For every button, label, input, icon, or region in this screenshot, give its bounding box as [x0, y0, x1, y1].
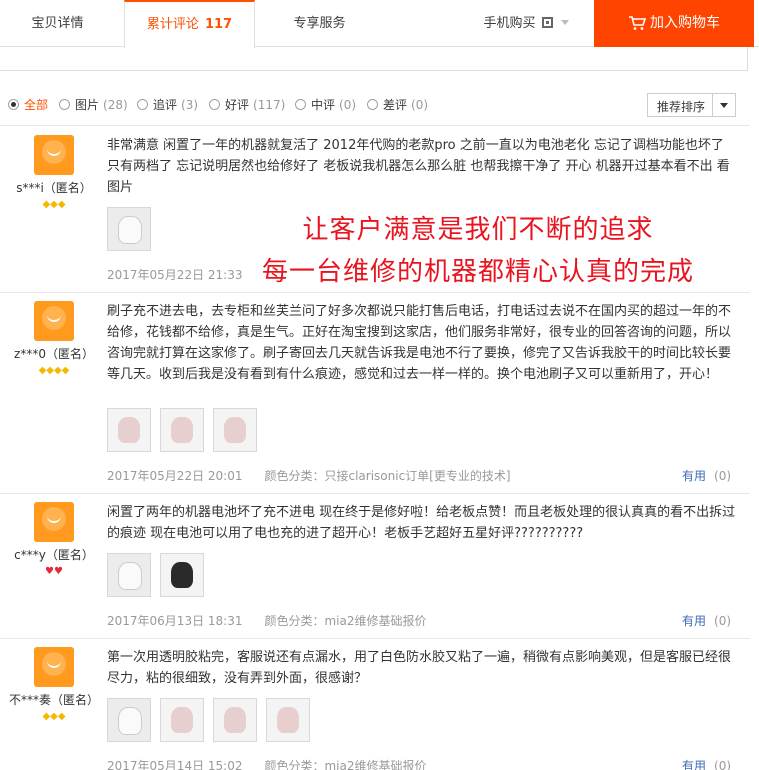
- tab-content-strip: [0, 47, 748, 71]
- buyer-rank-icon: ◆◆◆: [42, 199, 66, 210]
- filter-count: (28): [103, 98, 128, 112]
- qr-code-icon: [541, 17, 553, 28]
- user-name: 不***奏（匿名）: [8, 693, 99, 707]
- tab-service[interactable]: 专享服务: [262, 0, 377, 47]
- review-photos: [107, 207, 160, 251]
- useful-label: 有用: [682, 469, 707, 483]
- filter-all[interactable]: 全部: [8, 96, 48, 113]
- review-text: 刷子充不进去电，去专柜和丝芙兰问了好多次都说只能打售后电话，打电话过去说不在国内…: [107, 304, 732, 382]
- filter-label: 图片: [75, 98, 100, 112]
- review-photo-thumbnail[interactable]: [213, 698, 257, 742]
- filter-label: 差评: [383, 98, 408, 112]
- useful-count: (0): [714, 469, 732, 483]
- review-photos: [107, 698, 319, 742]
- review-photo-thumbnail[interactable]: [160, 408, 204, 452]
- review-text: 第一次用透明胶粘完，客服说还有点漏水，用了白色防水胶又粘了一遍，稍微有点影响美观…: [107, 650, 732, 686]
- filter-count: (3): [181, 98, 199, 112]
- mobile-buy-label: 手机购买: [483, 16, 536, 31]
- review-photo-thumbnail[interactable]: [107, 698, 151, 742]
- review-date: 2017年05月22日 20:01: [107, 469, 243, 483]
- user-name: z***0（匿名）: [14, 347, 94, 361]
- useful-label: 有用: [682, 614, 707, 628]
- filter-followup[interactable]: 追评 (3): [137, 96, 198, 113]
- tab-reviews[interactable]: 累计评论 117: [124, 0, 255, 48]
- review-item: 不***奏（匿名） ◆◆◆ 第一次用透明胶粘完，客服说还有点漏水，用了白色防水胶…: [0, 639, 750, 770]
- chevron-down-icon: [560, 20, 569, 25]
- review-date: 2017年06月13日 18:31: [107, 614, 243, 628]
- sort-dropdown[interactable]: 推荐排序: [647, 93, 736, 117]
- review-sku: 颜色分类：mia2维修基础报价: [264, 614, 427, 628]
- filter-negative[interactable]: 差评 (0): [367, 96, 428, 113]
- filter-neutral[interactable]: 中评 (0): [295, 96, 356, 113]
- review-text: 闲置了两年的机器电池坏了充不进电 现在终于是修好啦！给老板点赞！而且老板处理的很…: [107, 505, 736, 541]
- user-name: s***i（匿名）: [16, 181, 92, 195]
- review-meta: 2017年05月22日 20:01 颜色分类：只接clarisonic订单[更专业…: [107, 467, 511, 484]
- useful-button[interactable]: 有用 (0): [682, 612, 731, 629]
- buyer-rank-icon: ◆◆◆◆: [38, 365, 70, 376]
- mobile-buy-button[interactable]: 手机购买: [470, 0, 582, 47]
- review-user: s***i（匿名） ◆◆◆: [0, 135, 108, 210]
- review-photos: [107, 408, 266, 452]
- review-meta: 2017年06月13日 18:31 颜色分类：mia2维修基础报价: [107, 612, 427, 629]
- useful-button[interactable]: 有用 (0): [682, 757, 731, 770]
- review-text: 非常满意 闲置了一年的机器就复活了 2012年代购的老款pro 之前一直以为电池…: [107, 138, 730, 195]
- review-sku: 颜色分类：mia2维修基础报价: [264, 759, 427, 770]
- filter-count: (0): [411, 98, 429, 112]
- review-user: 不***奏（匿名） ◆◆◆: [0, 647, 108, 722]
- user-name: c***y（匿名）: [14, 548, 94, 562]
- review-date: 2017年05月14日 15:02: [107, 759, 243, 770]
- filter-label: 好评: [225, 98, 250, 112]
- avatar: [34, 502, 74, 542]
- useful-button[interactable]: 有用 (0): [682, 467, 731, 484]
- review-photo-thumbnail[interactable]: [213, 408, 257, 452]
- radio-icon: [295, 99, 306, 110]
- chevron-down-icon: [720, 103, 728, 108]
- detail-tab-bar: 宝贝详情 累计评论 117 专享服务 手机购买 加入购物车: [0, 0, 759, 48]
- radio-icon: [209, 99, 220, 110]
- promo-overlay-line-2: 每一台维修的机器都精心认真的完成: [261, 257, 694, 287]
- review-photo-thumbnail[interactable]: [160, 553, 204, 597]
- review-photo-thumbnail[interactable]: [107, 553, 151, 597]
- filter-label: 追评: [153, 98, 178, 112]
- filter-count: (117): [253, 98, 286, 112]
- avatar: [34, 647, 74, 687]
- add-to-cart-button[interactable]: 加入购物车: [594, 0, 754, 47]
- buyer-rank-icon: ♥♥: [45, 566, 63, 577]
- promo-overlay-line-1: 让客户满意是我们不断的追求: [302, 215, 654, 245]
- review-meta: 2017年05月14日 15:02 颜色分类：mia2维修基础报价: [107, 757, 427, 770]
- buyer-rank-icon: ◆◆◆: [42, 711, 66, 722]
- review-photos: [107, 553, 213, 597]
- review-user: z***0（匿名） ◆◆◆◆: [0, 301, 108, 376]
- review-user: c***y（匿名） ♥♥: [0, 502, 108, 577]
- review-photo-thumbnail[interactable]: [266, 698, 310, 742]
- radio-icon: [8, 99, 19, 110]
- useful-count: (0): [714, 759, 732, 770]
- filter-label: 中评: [311, 98, 336, 112]
- radio-icon: [137, 99, 148, 110]
- review-item: z***0（匿名） ◆◆◆◆ 刷子充不进去电，去专柜和丝芙兰问了好多次都说只能打…: [0, 293, 750, 494]
- sort-divider: [712, 94, 713, 116]
- filter-count: (0): [339, 98, 357, 112]
- tab-reviews-count: 117: [204, 17, 233, 32]
- filter-label: 全部: [24, 98, 49, 112]
- filter-positive[interactable]: 好评 (117): [209, 96, 285, 113]
- cart-icon: [629, 16, 647, 30]
- filter-images[interactable]: 图片 (28): [59, 96, 128, 113]
- review-filter-bar: 全部 图片 (28) 追评 (3) 好评 (117) 中评 (0) 差评 (0): [0, 88, 750, 126]
- tab-item-detail[interactable]: 宝贝详情: [0, 0, 115, 47]
- radio-icon: [59, 99, 70, 110]
- sort-label: 推荐排序: [657, 100, 706, 114]
- radio-icon: [367, 99, 378, 110]
- tab-reviews-label: 累计评论: [146, 17, 199, 32]
- add-to-cart-label: 加入购物车: [650, 15, 720, 31]
- review-item: c***y（匿名） ♥♥ 闲置了两年的机器电池坏了充不进电 现在终于是修好啦！给…: [0, 494, 750, 639]
- review-photo-thumbnail[interactable]: [107, 207, 151, 251]
- useful-count: (0): [714, 614, 732, 628]
- review-sku: 颜色分类：只接clarisonic订单[更专业的技术]: [264, 469, 511, 483]
- avatar: [34, 135, 74, 175]
- review-photo-thumbnail[interactable]: [160, 698, 204, 742]
- avatar: [34, 301, 74, 341]
- review-photo-thumbnail[interactable]: [107, 408, 151, 452]
- useful-label: 有用: [682, 759, 707, 770]
